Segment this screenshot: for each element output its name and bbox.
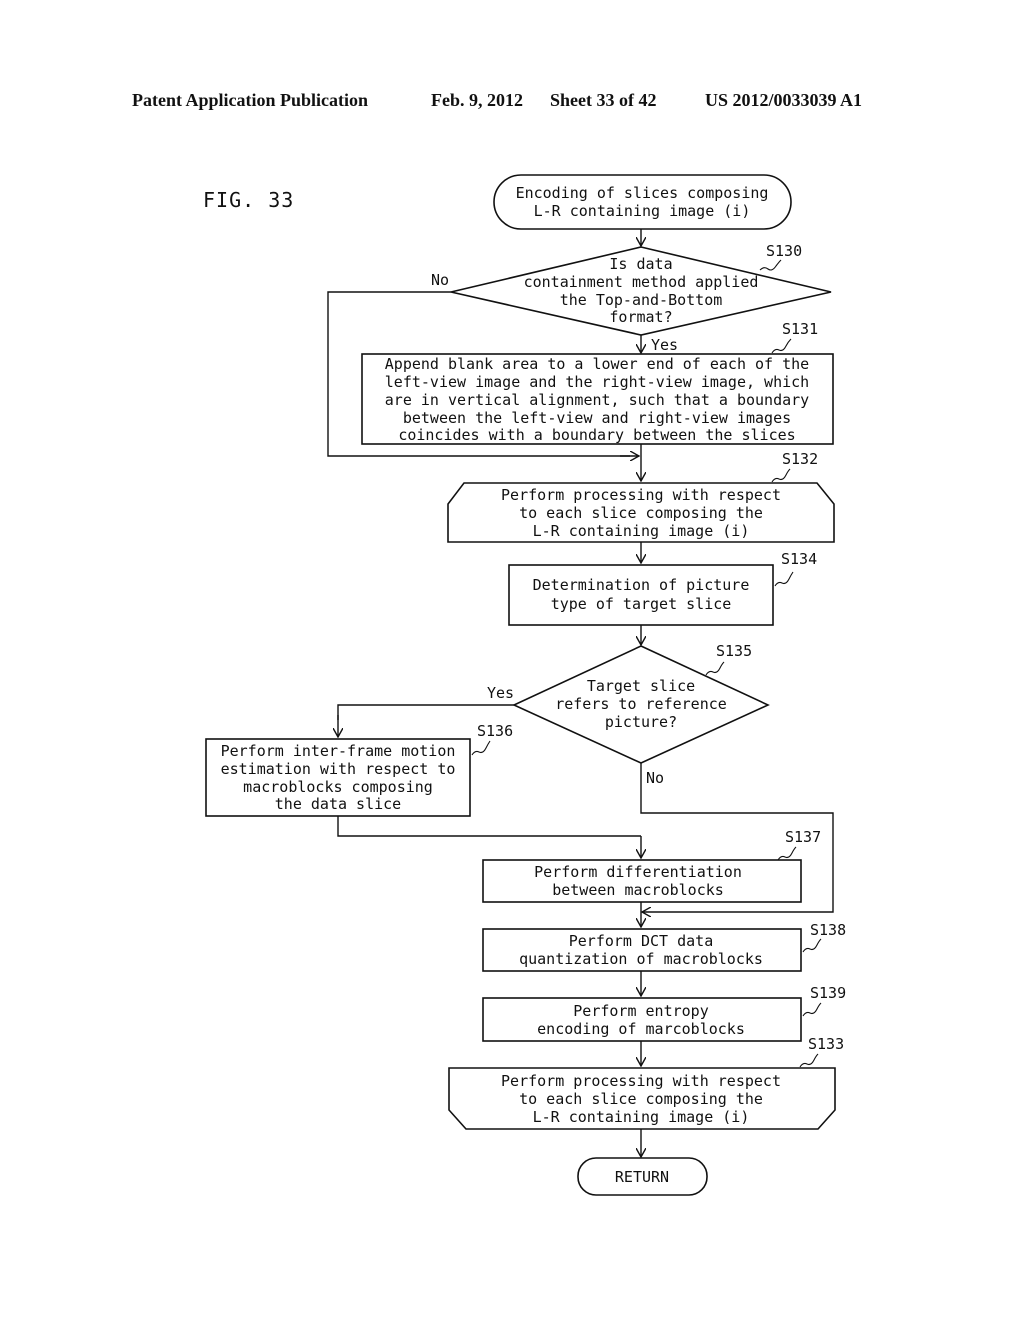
s130-text-line-3: the Top-and-Bottom bbox=[560, 291, 723, 309]
s136-leader bbox=[471, 740, 491, 756]
s136-text-line-4: the data slice bbox=[275, 795, 401, 813]
s135-text-line-1: Target slice bbox=[587, 677, 695, 695]
s131-text-line-2: left-view image and the right-view image… bbox=[385, 373, 809, 391]
process-s137: Perform differentiation between macroblo… bbox=[482, 828, 821, 903]
process-s134: Determination of picture type of target … bbox=[508, 550, 817, 626]
start-text-line-2: L-R containing image (i) bbox=[534, 202, 751, 220]
s136-text-line-1: Perform inter-frame motion bbox=[221, 742, 456, 760]
flowchart: Encoding of slices composing L-R contain… bbox=[205, 174, 846, 1196]
s130-leader bbox=[759, 259, 782, 271]
s134-text-line-2: type of target slice bbox=[551, 595, 732, 613]
s135-text-line-2: refers to reference bbox=[555, 695, 727, 713]
line-s136-out bbox=[337, 816, 641, 837]
s138-leader bbox=[802, 938, 822, 953]
s130-text-line-2: containment method applied bbox=[524, 273, 759, 291]
s136-step-label: S136 bbox=[477, 722, 513, 740]
process-s136: Perform inter-frame motion estimation wi… bbox=[205, 722, 513, 817]
process-s138: Perform DCT data quantization of macrobl… bbox=[482, 921, 846, 972]
s131-leader bbox=[771, 338, 792, 354]
s131-text-line-3: are in vertical alignment, such that a b… bbox=[385, 391, 809, 409]
s138-text-line-2: quantization of macroblocks bbox=[519, 950, 763, 968]
start-terminator: Encoding of slices composing L-R contain… bbox=[493, 174, 792, 230]
s130-text-line-4: format? bbox=[609, 308, 672, 326]
s135-text-line-3: picture? bbox=[605, 713, 677, 731]
s130-text-line-1: Is data bbox=[609, 255, 672, 273]
s136-text-line-2: estimation with respect to bbox=[221, 760, 456, 778]
decision-s130: Is data containment method applied the T… bbox=[431, 242, 832, 354]
s132-text-line-3: L-R containing image (i) bbox=[533, 522, 750, 540]
s139-text-line-1: Perform entropy bbox=[573, 1002, 708, 1020]
s134-leader bbox=[774, 571, 794, 587]
s139-step-label: S139 bbox=[810, 984, 846, 1002]
s132-text-line-1: Perform processing with respect bbox=[501, 486, 781, 504]
s137-step-label: S137 bbox=[785, 828, 821, 846]
return-text: RETURN bbox=[615, 1168, 669, 1186]
s131-text-line-4: between the left-view and right-view ima… bbox=[403, 409, 791, 427]
decision-s135: Target slice refers to reference picture… bbox=[487, 642, 770, 787]
s133-step-label: S133 bbox=[808, 1035, 844, 1053]
s138-step-label: S138 bbox=[810, 921, 846, 939]
s133-text-line-2: to each slice composing the bbox=[519, 1090, 763, 1108]
s133-text-line-1: Perform processing with respect bbox=[501, 1072, 781, 1090]
s135-leader bbox=[705, 661, 725, 676]
s130-yes-label: Yes bbox=[651, 336, 678, 354]
line-s135-yes bbox=[337, 704, 514, 720]
s133-leader bbox=[799, 1053, 819, 1068]
s136-text-line-3: macroblocks composing bbox=[243, 778, 433, 796]
start-text-line-1: Encoding of slices composing bbox=[516, 184, 769, 202]
s132-step-label: S132 bbox=[782, 450, 818, 468]
s130-step-label: S130 bbox=[766, 242, 802, 260]
s139-leader bbox=[802, 1002, 822, 1017]
s134-step-label: S134 bbox=[781, 550, 817, 568]
s137-text-line-2: between macroblocks bbox=[552, 881, 724, 899]
s131-step-label: S131 bbox=[782, 320, 818, 338]
s139-text-line-2: encoding of marcoblocks bbox=[537, 1020, 745, 1038]
s137-text-line-1: Perform differentiation bbox=[534, 863, 742, 881]
s130-no-label: No bbox=[431, 271, 449, 289]
s137-leader bbox=[777, 846, 797, 861]
return-terminator: RETURN bbox=[577, 1157, 708, 1196]
s133-text-line-3: L-R containing image (i) bbox=[533, 1108, 750, 1126]
s131-text-line-1: Append blank area to a lower end of each… bbox=[385, 355, 809, 373]
loop-end-s133: Perform processing with respect to each … bbox=[448, 1035, 844, 1130]
s132-leader bbox=[771, 468, 791, 483]
s134-text-line-1: Determination of picture bbox=[533, 576, 750, 594]
process-s139: Perform entropy encoding of marcoblocks … bbox=[482, 984, 846, 1042]
s131-text-line-5: coincides with a boundary between the sl… bbox=[398, 426, 795, 444]
s135-yes-label: Yes bbox=[487, 684, 514, 702]
s135-step-label: S135 bbox=[716, 642, 752, 660]
s132-text-line-2: to each slice composing the bbox=[519, 504, 763, 522]
s138-text-line-1: Perform DCT data bbox=[569, 932, 714, 950]
process-s131: Append blank area to a lower end of each… bbox=[361, 320, 834, 445]
s135-no-label: No bbox=[646, 769, 664, 787]
